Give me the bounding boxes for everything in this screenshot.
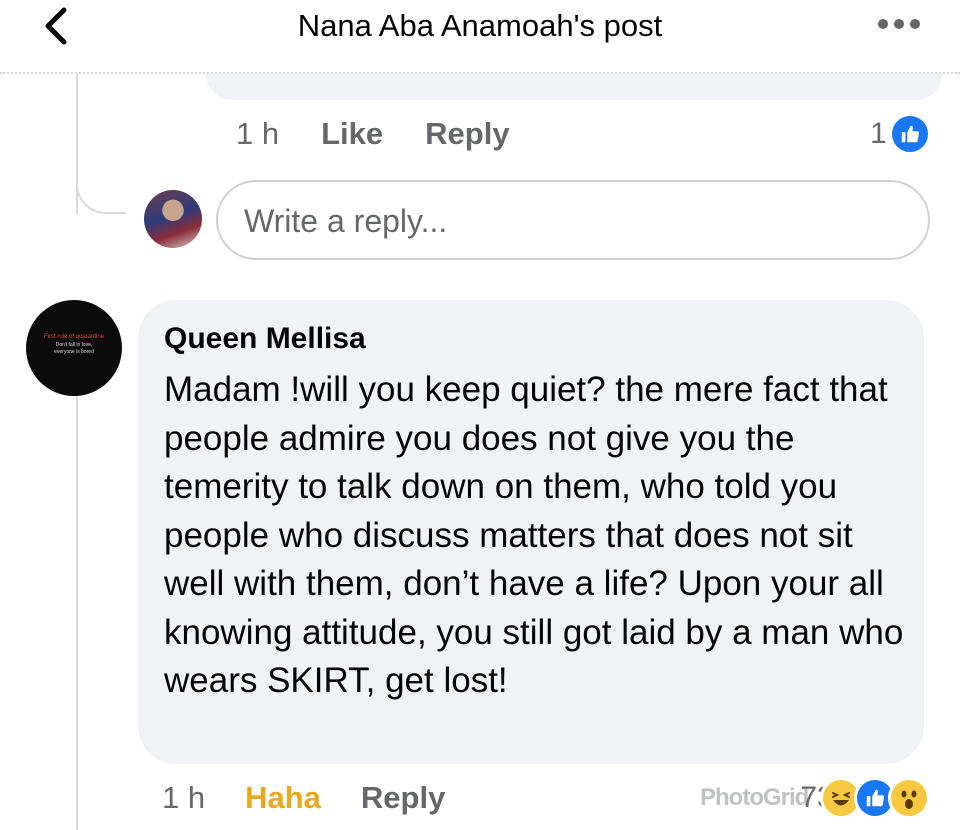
avatar-text-line: everyone is bored [54,349,94,355]
wow-emoji-icon [887,777,930,819]
thread-connector [76,150,126,214]
like-button[interactable]: Like [321,116,383,152]
reply-button[interactable]: Reply [425,116,509,152]
comment-text: Madam !will you keep quiet? the mere fac… [164,370,904,700]
avatar[interactable] [144,190,202,248]
comment-actions: 1 h Haha Reply [162,776,445,820]
haha-reaction-button[interactable]: Haha [245,780,321,816]
reply-box[interactable] [216,180,930,260]
commenter-avatar[interactable]: First rule of quarantine Don't fall in l… [26,300,122,396]
reaction-count: 1 [870,117,887,150]
timestamp: 1 h [162,780,206,815]
previous-reply-actions: 1 h Like Reply [236,112,552,156]
reply-input[interactable] [242,198,906,244]
timestamp: 1 h [236,116,280,151]
avatar-text-line: Don't fall in love, [55,342,93,348]
post-header: Nana Aba Anamoah's post [0,0,960,74]
more-options-button[interactable] [878,16,930,32]
more-horizontal-icon [878,19,888,29]
more-horizontal-icon [894,19,904,29]
page-title: Nana Aba Anamoah's post [297,8,663,43]
avatar-text-line: First rule of quarantine [43,334,105,340]
comment-author[interactable]: Queen Mellisa [164,318,900,360]
comment-bubble: Queen Mellisa Madam !will you keep quiet… [138,300,924,764]
watermark: PhotoGrid [700,784,809,811]
reaction-summary[interactable]: 1 [870,112,931,156]
header-divider [0,72,960,74]
like-reaction-icon [888,113,931,155]
reaction-summary[interactable]: PhotoGrid 73 [700,776,930,820]
more-horizontal-icon [910,19,920,29]
reply-button[interactable]: Reply [361,780,445,816]
